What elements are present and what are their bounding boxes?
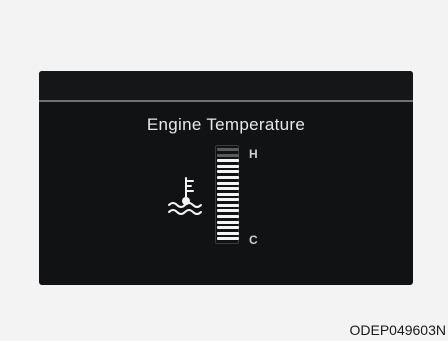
- gauge-segment: [217, 215, 239, 218]
- cluster-display: Engine Temperature H C: [39, 71, 413, 285]
- gauge-segment: [217, 221, 239, 224]
- gauge-high-label: H: [249, 147, 258, 161]
- temperature-gauge: [215, 145, 239, 244]
- figure-code: ODEP049603N: [349, 322, 446, 338]
- gauge-segment: [217, 204, 239, 207]
- gauge-low-label: C: [249, 233, 258, 247]
- gauge-segment: [217, 198, 239, 201]
- gauge-segment: [217, 232, 239, 235]
- display-title: Engine Temperature: [146, 115, 306, 134]
- gauge-segment: [217, 176, 239, 179]
- gauge-segment: [217, 148, 239, 151]
- gauge-segment: [217, 237, 239, 240]
- gauge-segment: [217, 154, 239, 157]
- gauge-segment: [217, 193, 239, 196]
- header-divider: [39, 100, 413, 102]
- coolant-temperature-icon: [166, 176, 206, 218]
- top-status-strip: [39, 71, 413, 100]
- gauge-segment: [217, 209, 239, 212]
- gauge-segment: [217, 159, 239, 162]
- gauge-segment: [217, 182, 239, 185]
- gauge-segment: [217, 170, 239, 173]
- gauge-segment: [217, 187, 239, 190]
- gauge-segment: [217, 226, 239, 229]
- gauge-segment: [217, 165, 239, 168]
